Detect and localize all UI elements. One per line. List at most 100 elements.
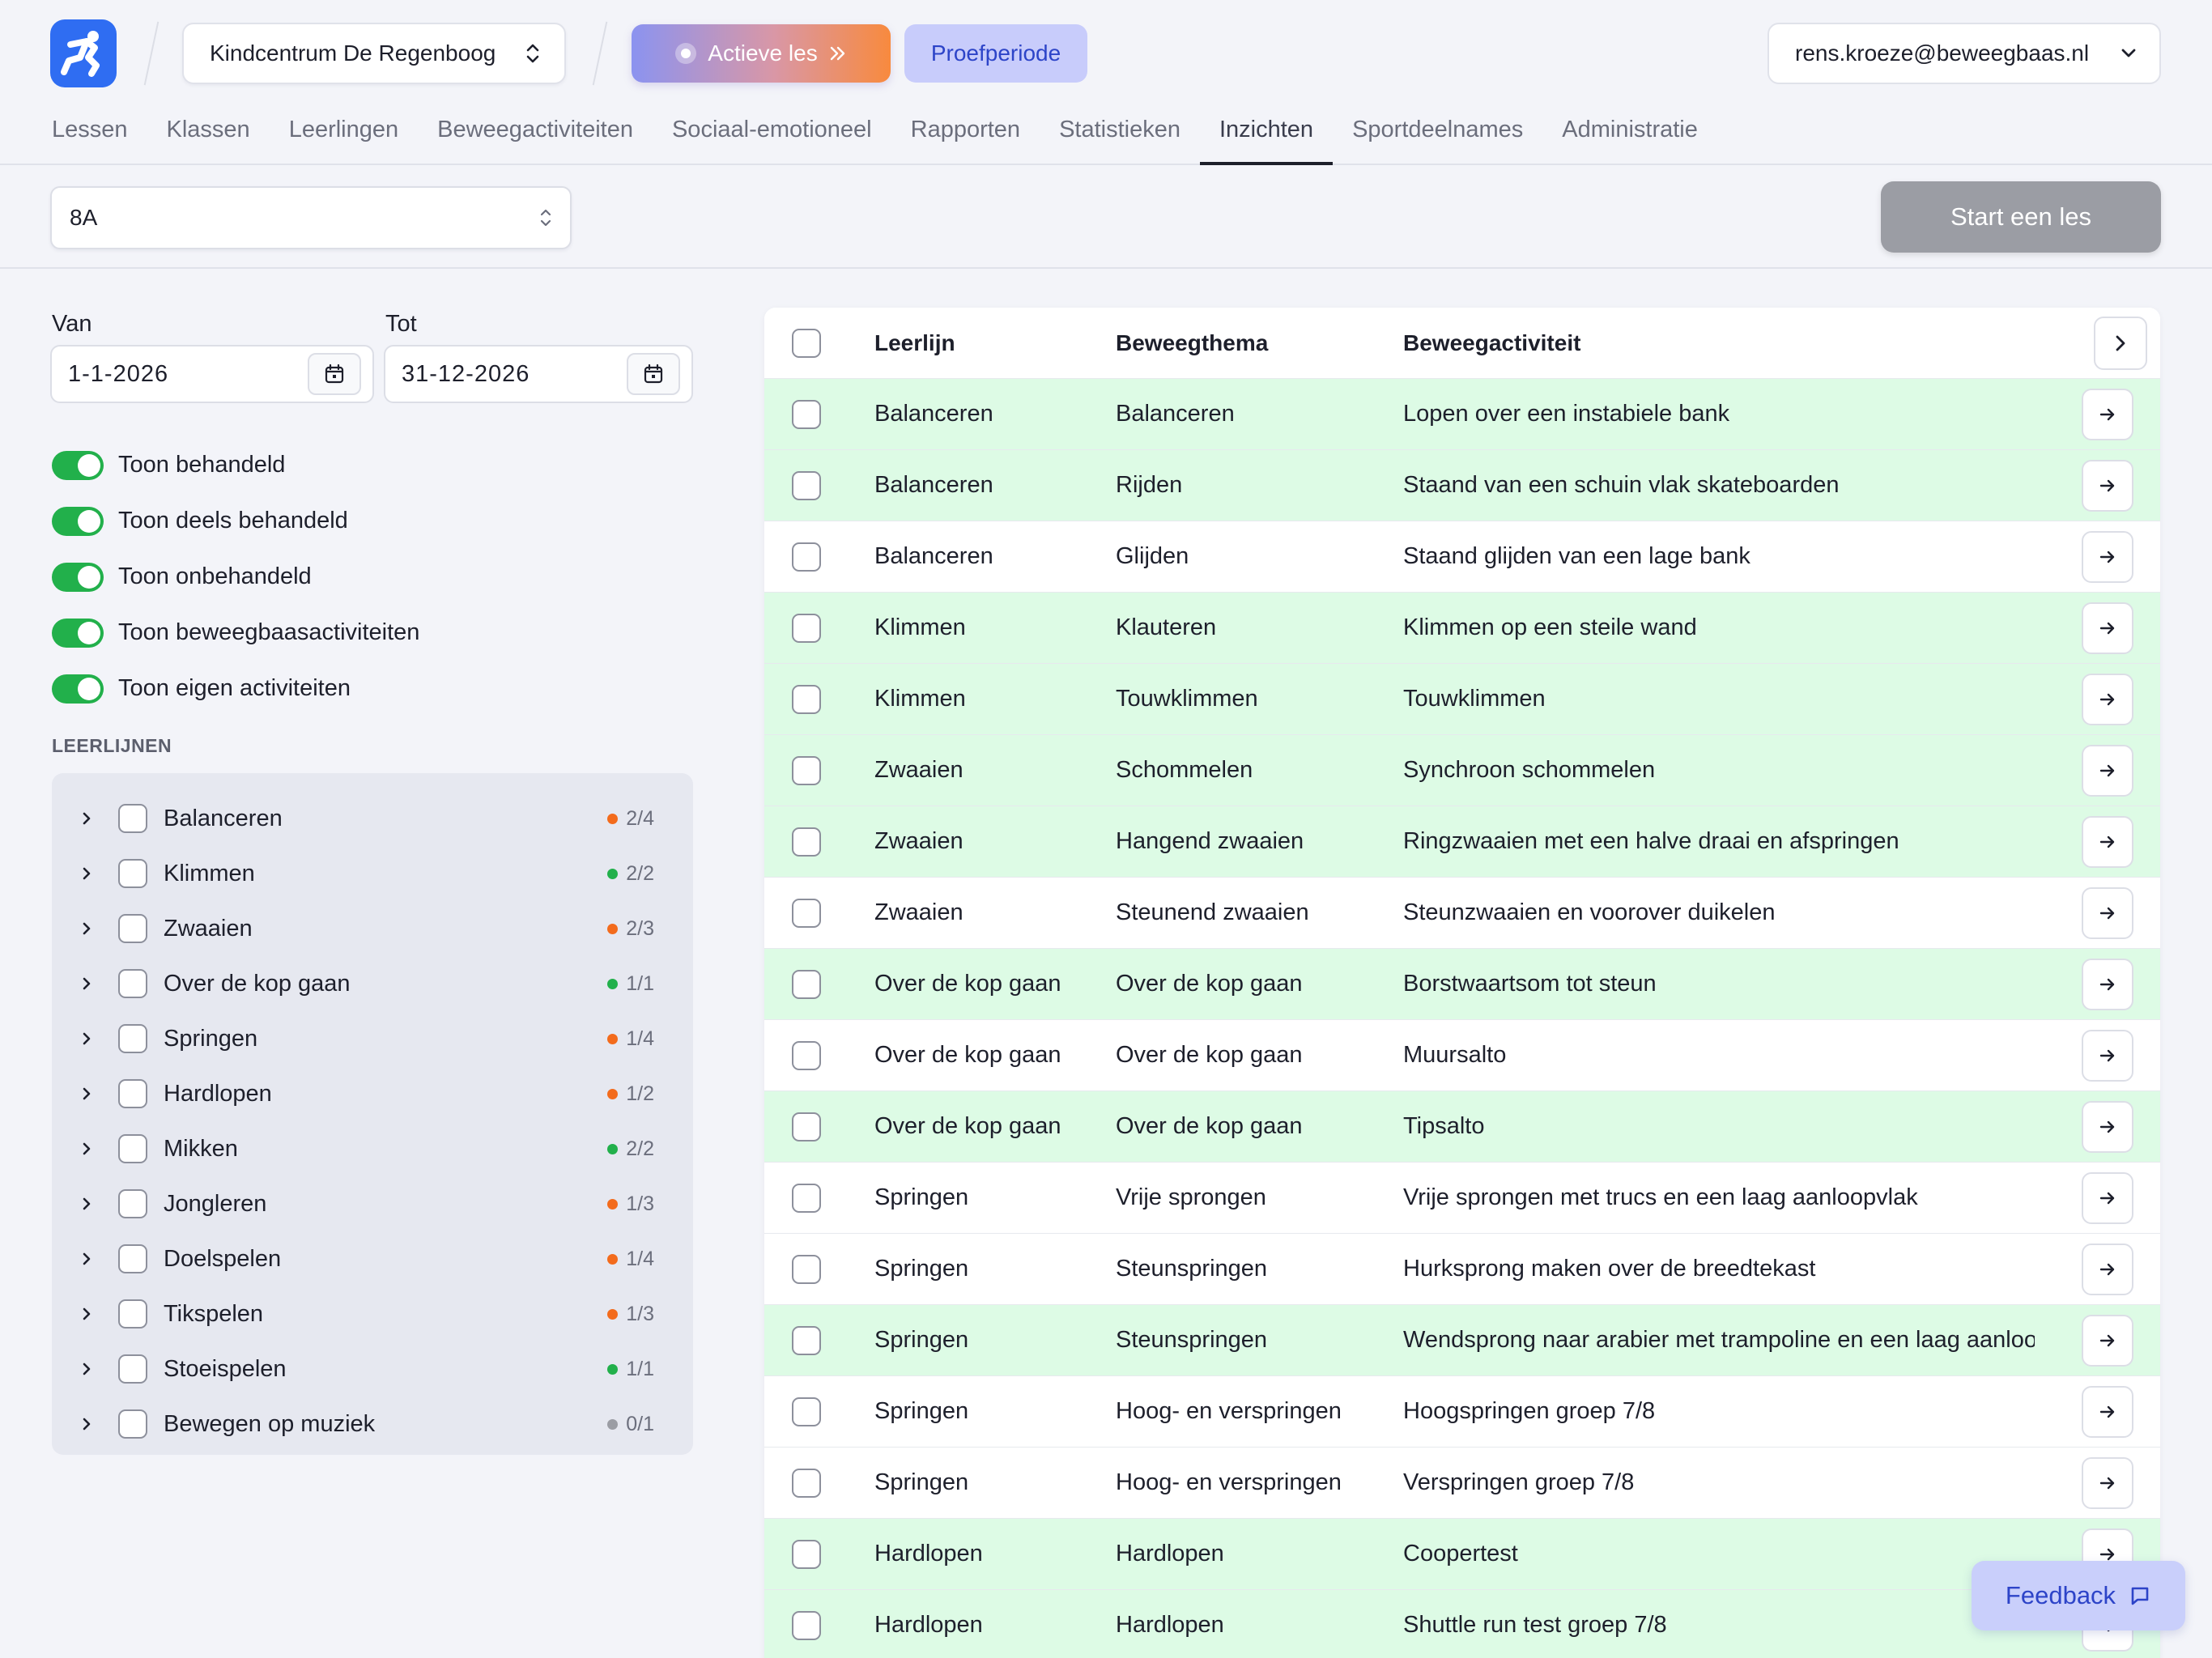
feedback-button[interactable]: Feedback [1972, 1561, 2185, 1630]
class-select[interactable]: 8A [50, 186, 572, 249]
trial-period-button[interactable]: Proefperiode [904, 24, 1087, 83]
scroll-columns-button[interactable] [2094, 316, 2147, 370]
nav-klassen[interactable]: Klassen [167, 113, 250, 165]
open-activity-button[interactable] [2082, 744, 2133, 797]
learning-line-item[interactable]: Klimmen 2/2 [52, 846, 693, 901]
nav-lessen[interactable]: Lessen [52, 113, 128, 165]
chevron-right-icon[interactable] [81, 1141, 97, 1157]
learning-line-checkbox[interactable] [118, 969, 147, 998]
open-activity-button[interactable] [2082, 388, 2133, 440]
learning-line-item[interactable]: Jongleren 1/3 [52, 1176, 693, 1231]
from-calendar-button[interactable] [308, 353, 361, 395]
learning-line-checkbox[interactable] [118, 1354, 147, 1384]
learning-line-item[interactable]: Mikken 2/2 [52, 1121, 693, 1176]
learning-line-checkbox[interactable] [118, 1024, 147, 1053]
open-activity-button[interactable] [2082, 1314, 2133, 1367]
toggle-behandeld[interactable] [52, 450, 104, 480]
learning-line-checkbox[interactable] [118, 1299, 147, 1329]
learning-line-checkbox[interactable] [118, 1409, 147, 1439]
active-lesson-button[interactable]: Actieve les [632, 24, 891, 83]
account-menu[interactable]: rens.kroeze@beweegbaas.nl [1767, 23, 2161, 84]
learning-line-item[interactable]: Stoeispelen 1/1 [52, 1341, 693, 1397]
open-activity-button[interactable] [2082, 459, 2133, 512]
open-activity-button[interactable] [2082, 673, 2133, 725]
row-checkbox[interactable] [792, 1254, 821, 1284]
from-date-field[interactable]: 1-1-2026 [50, 345, 374, 403]
nav-beweegactiviteiten[interactable]: Beweegactiviteiten [437, 113, 633, 165]
chevron-right-icon[interactable] [81, 976, 97, 992]
open-activity-button[interactable] [2082, 958, 2133, 1010]
select-all-checkbox[interactable] [792, 328, 821, 358]
nav-leerlingen[interactable]: Leerlingen [289, 113, 398, 165]
open-activity-button[interactable] [2082, 815, 2133, 868]
open-activity-button[interactable] [2082, 602, 2133, 654]
chevron-right-icon[interactable] [81, 865, 97, 882]
row-checkbox[interactable] [792, 1610, 821, 1640]
learning-line-checkbox[interactable] [118, 1134, 147, 1163]
row-checkbox[interactable] [792, 684, 821, 714]
learning-line-item[interactable]: Balanceren 2/4 [52, 791, 693, 846]
open-activity-button[interactable] [2082, 1100, 2133, 1153]
open-activity-button[interactable] [2082, 1171, 2133, 1224]
school-select[interactable]: Kindcentrum De Regenboog [182, 23, 566, 84]
learning-line-item[interactable]: Hardlopen 1/2 [52, 1066, 693, 1121]
open-activity-button[interactable] [2082, 1029, 2133, 1082]
learning-line-checkbox[interactable] [118, 914, 147, 943]
chevron-right-icon[interactable] [81, 1361, 97, 1377]
open-activity-button[interactable] [2082, 1456, 2133, 1509]
learning-line-checkbox[interactable] [118, 1189, 147, 1218]
learning-line-item[interactable]: Doelspelen 1/4 [52, 1231, 693, 1286]
chevron-right-icon[interactable] [81, 1416, 97, 1432]
nav-inzichten[interactable]: Inzichten [1199, 113, 1334, 165]
row-checkbox[interactable] [792, 1539, 821, 1569]
chevron-right-icon[interactable] [81, 1196, 97, 1212]
open-activity-button[interactable] [2082, 530, 2133, 583]
learning-line-item[interactable]: Springen 1/4 [52, 1011, 693, 1066]
learning-line-item[interactable]: Over de kop gaan 1/1 [52, 956, 693, 1011]
chevron-right-icon[interactable] [81, 1086, 97, 1102]
row-checkbox[interactable] [792, 399, 821, 429]
open-activity-button[interactable] [2082, 1243, 2133, 1295]
row-checkbox[interactable] [792, 1112, 821, 1141]
learning-line-checkbox[interactable] [118, 804, 147, 833]
learning-line-checkbox[interactable] [118, 1244, 147, 1273]
chevron-right-icon[interactable] [81, 1251, 97, 1267]
row-checkbox[interactable] [792, 755, 821, 785]
open-activity-button[interactable] [2082, 886, 2133, 939]
nav-sociaal-emotioneel[interactable]: Sociaal-emotioneel [672, 113, 872, 165]
to-calendar-button[interactable] [627, 353, 680, 395]
row-checkbox[interactable] [792, 1325, 821, 1355]
learning-line-item[interactable]: Bewegen op muziek 0/1 [52, 1397, 693, 1452]
toggle-onbehandeld[interactable] [52, 562, 104, 592]
learning-line-item[interactable]: Zwaaien 2/3 [52, 901, 693, 956]
row-checkbox[interactable] [792, 827, 821, 857]
row-checkbox[interactable] [792, 1183, 821, 1213]
toggle-beweegbaasactiviteiten[interactable] [52, 618, 104, 648]
row-checkbox[interactable] [792, 1397, 821, 1426]
row-checkbox[interactable] [792, 1468, 821, 1498]
learning-line-item[interactable]: Tikspelen 1/3 [52, 1286, 693, 1341]
nav-administratie[interactable]: Administratie [1562, 113, 1698, 165]
row-checkbox[interactable] [792, 969, 821, 999]
chevron-right-icon[interactable] [81, 1306, 97, 1322]
row-checkbox[interactable] [792, 1040, 821, 1070]
learning-line-checkbox[interactable] [118, 859, 147, 888]
nav-sportdeelnames[interactable]: Sportdeelnames [1352, 113, 1523, 165]
toggle-eigen-activiteiten[interactable] [52, 674, 104, 704]
row-checkbox[interactable] [792, 542, 821, 572]
row-checkbox[interactable] [792, 613, 821, 643]
to-date-field[interactable]: 31-12-2026 [384, 345, 693, 403]
chevron-right-icon[interactable] [81, 1031, 97, 1047]
learning-line-checkbox[interactable] [118, 1079, 147, 1108]
row-checkbox[interactable] [792, 898, 821, 928]
nav-rapporten[interactable]: Rapporten [911, 113, 1020, 165]
chevron-right-icon[interactable] [81, 920, 97, 937]
open-activity-button[interactable] [2082, 1385, 2133, 1438]
start-lesson-button[interactable]: Start een les [1881, 181, 2161, 253]
row-checkbox[interactable] [792, 470, 821, 500]
beweegbaas-logo[interactable] [50, 19, 117, 87]
cell-leerlijn: Over de kop gaan [874, 1042, 1061, 1068]
chevron-right-icon[interactable] [81, 810, 97, 827]
toggle-deels-behandeld[interactable] [52, 506, 104, 536]
nav-statistieken[interactable]: Statistieken [1059, 113, 1180, 165]
